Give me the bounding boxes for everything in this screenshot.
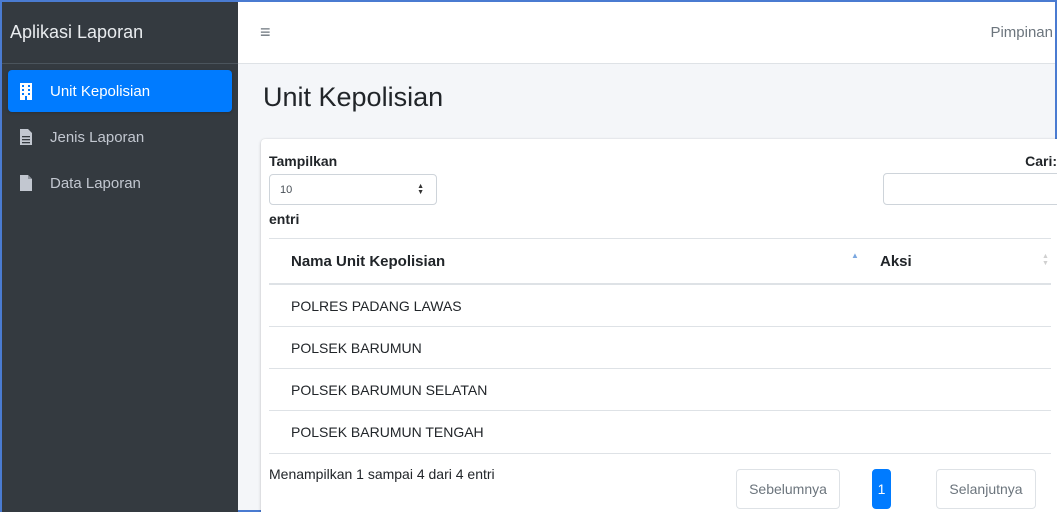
entries-label: entri (269, 211, 300, 227)
column-header-aksi[interactable]: Aksi (880, 253, 912, 270)
table-cell: POLSEK BARUMUN SELATAN (291, 381, 488, 398)
sidebar-item-jenis-laporan[interactable]: Jenis Laporan (8, 116, 232, 158)
table-row: POLRES PADANG LAWAS (269, 285, 1051, 327)
table-cell: POLSEK BARUMUN TENGAH (291, 424, 484, 440)
table-info: Menampilkan 1 sampai 4 dari 4 entri (269, 466, 495, 482)
pagination-page-button[interactable]: 1 (872, 469, 891, 509)
user-menu[interactable]: Pimpinan (990, 24, 1053, 41)
pagination-next-button[interactable]: Selanjutnya (936, 469, 1036, 509)
sort-asc-icon: ▲ (851, 251, 859, 260)
column-header-nama[interactable]: Nama Unit Kepolisian (291, 253, 445, 270)
app-brand[interactable]: Aplikasi Laporan (2, 2, 238, 64)
select-caret-icon: ▲ ▼ (417, 182, 424, 196)
sidebar-item-label: Data Laporan (50, 174, 141, 192)
table-cell: POLSEK BARUMUN (291, 339, 422, 356)
page-title: Unit Kepolisian (263, 82, 444, 112)
table-row: POLSEK BARUMUN SELATAN (269, 369, 1051, 411)
sidebar-item-label: Unit Kepolisian (50, 82, 151, 100)
page-size-value: 10 (280, 183, 293, 196)
file-icon (18, 174, 34, 192)
table-row: POLSEK BARUMUN TENGAH (269, 411, 1051, 453)
sidebar-item-data-laporan[interactable]: Data Laporan (8, 162, 232, 204)
pagination-prev-button[interactable]: Sebelumnya (736, 469, 840, 509)
sidebar: Aplikasi Laporan Unit Kepolisian Jenis L… (2, 2, 238, 512)
sidebar-item-label: Jenis Laporan (50, 128, 145, 146)
search-label: Cari: (1025, 153, 1057, 169)
sidebar-nav: Unit Kepolisian Jenis Laporan Data Lapor… (2, 64, 238, 204)
data-card: Tampilkan 10 ▲ ▼ entri Cari: Nama Unit Ke… (261, 139, 1057, 512)
table-row: POLSEK BARUMUN (269, 327, 1051, 369)
building-icon (18, 82, 34, 100)
table-header: Nama Unit Kepolisian ▲ Aksi ▲ ▼ (269, 238, 1051, 285)
table-cell: POLRES PADANG LAWAS (291, 297, 462, 314)
hamburger-icon[interactable]: ≡ (260, 22, 271, 43)
sidebar-item-unit-kepolisian[interactable]: Unit Kepolisian (8, 70, 232, 112)
top-navbar: ≡ Pimpinan (238, 2, 1055, 64)
file-lines-icon (18, 128, 34, 146)
search-input[interactable] (883, 173, 1057, 205)
page-size-select[interactable]: 10 ▲ ▼ (269, 174, 437, 205)
page-size-label: Tampilkan (269, 153, 338, 169)
sort-both-icon: ▲ ▼ (1042, 253, 1049, 267)
data-table: Nama Unit Kepolisian ▲ Aksi ▲ ▼ POLRES PA… (269, 238, 1051, 453)
table-footer-divider (269, 453, 1051, 454)
